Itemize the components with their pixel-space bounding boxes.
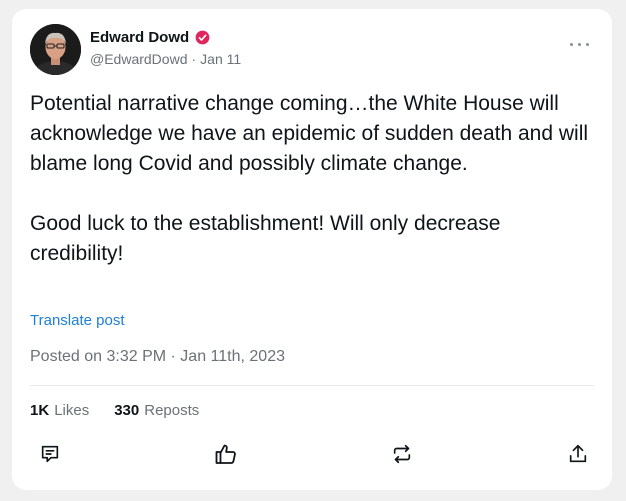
tweet-card: Edward Dowd @EdwardDowd · Jan 11 Potenti… xyxy=(12,9,612,490)
tweet-text: Potential narrative change coming…the Wh… xyxy=(30,92,589,265)
like-button[interactable] xyxy=(213,441,239,467)
more-options-icon[interactable] xyxy=(568,39,592,49)
likes-count: 1K xyxy=(30,402,50,419)
post-date[interactable]: Jan 11 xyxy=(200,51,241,67)
verified-badge-icon xyxy=(195,30,210,45)
avatar[interactable] xyxy=(30,24,81,75)
engagement-stats: 1K Likes 330 Reposts xyxy=(30,402,199,419)
translate-post-link[interactable]: Translate post xyxy=(30,312,125,329)
reposts-label: Reposts xyxy=(144,402,200,419)
divider xyxy=(30,385,594,386)
author-handle[interactable]: @EdwardDowd xyxy=(90,51,187,67)
reply-icon xyxy=(41,445,59,463)
author-display-name[interactable]: Edward Dowd xyxy=(90,29,189,46)
author-meta: @EdwardDowd · Jan 11 xyxy=(90,51,241,67)
thumbs-up-icon xyxy=(215,444,236,464)
reposts-stat[interactable]: 330 Reposts xyxy=(114,402,199,419)
likes-label: Likes xyxy=(54,402,90,419)
repost-button[interactable] xyxy=(389,441,415,467)
reply-button[interactable] xyxy=(37,441,63,467)
share-icon xyxy=(569,444,587,463)
meta-separator: · xyxy=(191,51,197,67)
likes-stat[interactable]: 1K Likes xyxy=(30,402,89,419)
posted-timestamp: Posted on 3:32 PM · Jan 11th, 2023 xyxy=(30,348,285,365)
reposts-count: 330 xyxy=(114,402,140,419)
repost-icon xyxy=(393,444,411,464)
author-name-row: Edward Dowd xyxy=(90,29,210,46)
share-button[interactable] xyxy=(565,441,591,467)
